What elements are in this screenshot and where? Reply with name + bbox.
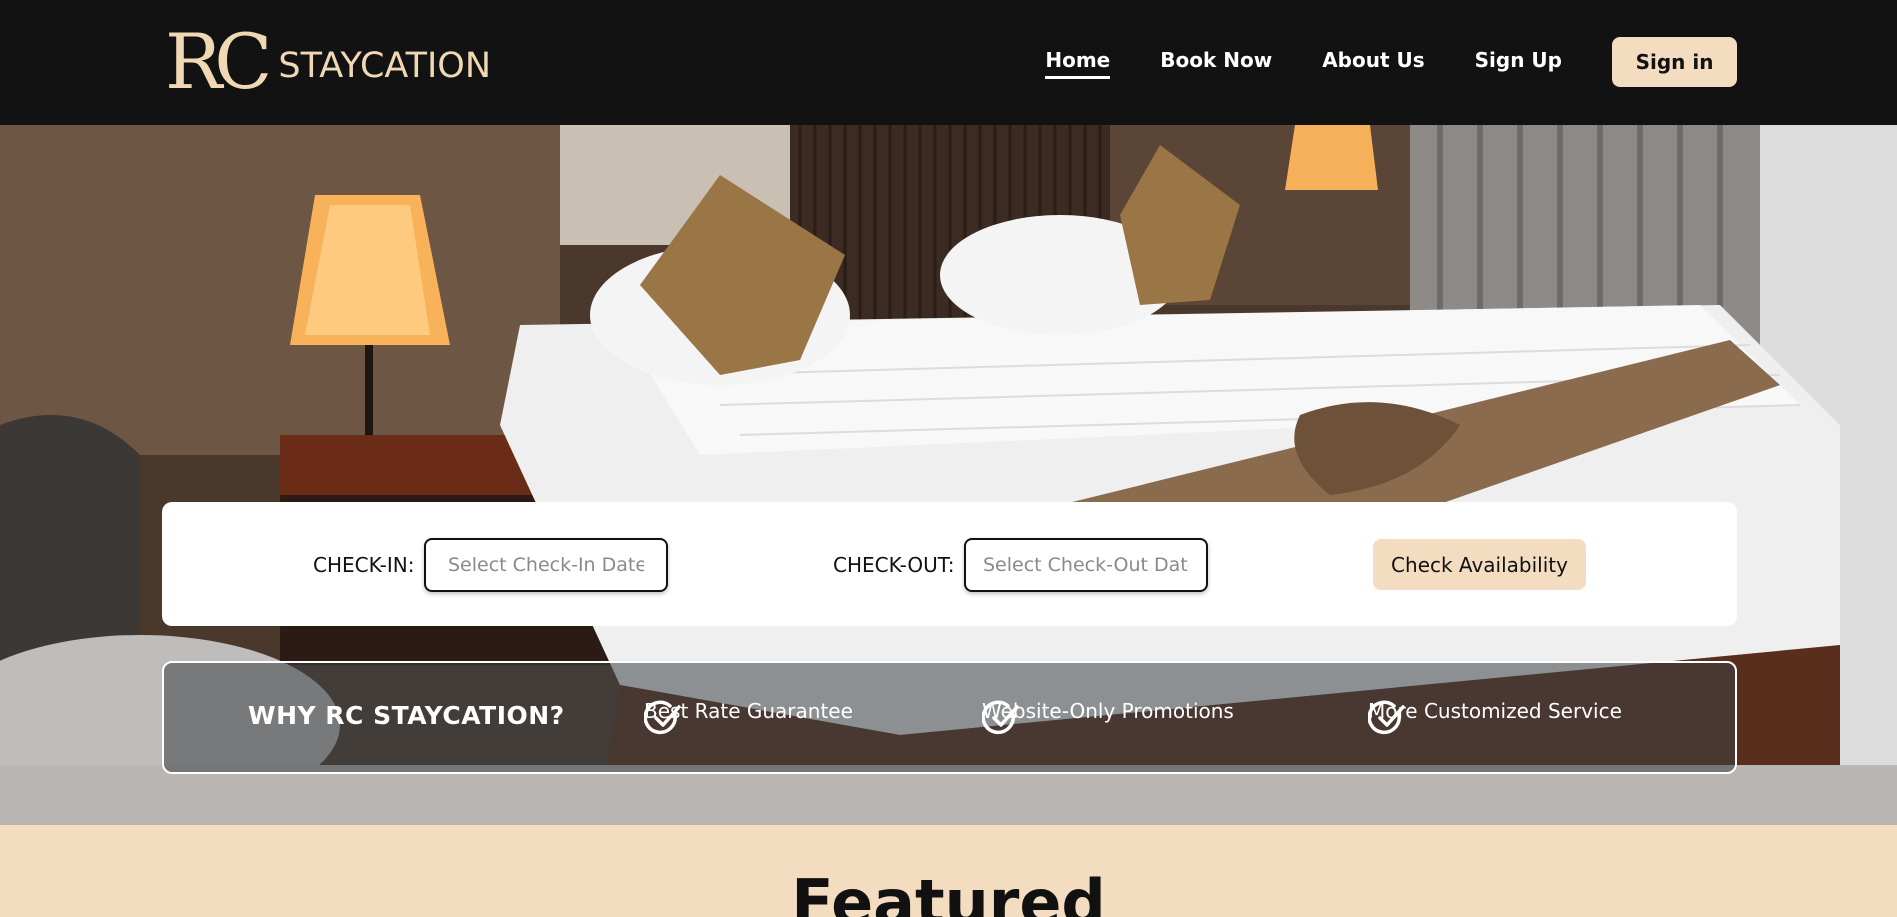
main-nav: Home Book Now About Us Sign Up xyxy=(995,38,1562,82)
nav-link-home[interactable]: Home xyxy=(1045,38,1110,82)
sign-in-button[interactable]: Sign in xyxy=(1612,37,1737,87)
check-in-label: CHECK-IN: xyxy=(313,553,415,577)
availability-search-card: CHECK-IN: CHECK-OUT: Check Availability xyxy=(162,502,1737,626)
logo-mark: RC xyxy=(165,17,272,106)
nav-link-book-now[interactable]: Book Now xyxy=(1160,38,1272,82)
navbar: RC STAYCATION Home Book Now About Us Sig… xyxy=(0,0,1897,125)
why-item-website-promotions: Website-Only Promotions xyxy=(982,699,1234,735)
why-rc-staycation-bar: WHY RC STAYCATION? Best Rate Guarantee W… xyxy=(162,661,1737,774)
why-item-customized-service: More Customized Service xyxy=(1368,699,1622,735)
check-circle-icon xyxy=(1368,700,1405,735)
brand-logo[interactable]: RC STAYCATION xyxy=(165,17,492,106)
check-in-date-input[interactable] xyxy=(424,538,668,592)
hero-section: CHECK-IN: CHECK-OUT: Check Availability … xyxy=(0,125,1897,825)
check-out-label: CHECK-OUT: xyxy=(833,553,955,577)
check-out-date-input[interactable] xyxy=(964,538,1208,592)
featured-heading: Featured xyxy=(791,866,1106,917)
check-circle-icon xyxy=(644,700,681,735)
nav-link-sign-up[interactable]: Sign Up xyxy=(1475,38,1562,82)
check-circle-icon xyxy=(982,700,1019,735)
why-item-best-rate: Best Rate Guarantee xyxy=(644,699,853,735)
logo-text: STAYCATION xyxy=(278,46,492,86)
nav-link-about-us[interactable]: About Us xyxy=(1322,38,1424,82)
check-availability-button[interactable]: Check Availability xyxy=(1373,539,1586,590)
why-title: WHY RC STAYCATION? xyxy=(248,701,565,730)
